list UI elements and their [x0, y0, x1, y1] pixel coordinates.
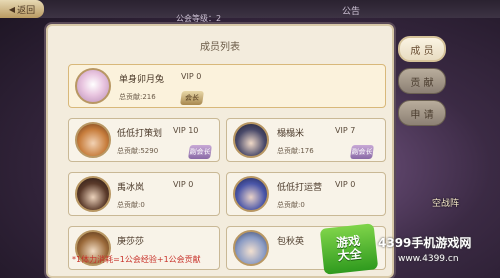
back-button[interactable]: ◀ 返回: [0, 0, 44, 18]
member-avatar: [233, 176, 269, 212]
member-name: 庚莎莎: [117, 237, 145, 247]
role-badge-vice-leader: 副会长: [350, 145, 374, 159]
guild-level-text: 公会等级：2: [176, 14, 222, 23]
background-battle-label: 空战阵: [432, 199, 460, 209]
watermark-site-name: 4399手机游戏网: [378, 236, 472, 250]
tab-applications[interactable]: 申 请: [398, 100, 446, 126]
back-arrow-icon: ◀: [8, 4, 16, 14]
member-name: 单身卯月兔: [119, 75, 165, 85]
member-name: 禹冰岚: [117, 183, 145, 193]
role-badge-vice-leader: 副会长: [188, 145, 212, 159]
member-name: 榻榻米: [277, 129, 305, 139]
member-contribution: 总贡献:5290: [117, 147, 159, 155]
member-contribution: 总贡献:0: [277, 201, 305, 209]
member-card[interactable]: 低低打策划 VIP 10 总贡献:5290 副会长: [68, 118, 220, 162]
member-vip: VIP 0: [181, 72, 202, 81]
panel-title: 成员列表: [200, 42, 240, 53]
member-avatar: [233, 122, 269, 158]
top-bar: [0, 0, 500, 18]
role-badge-leader: 会长: [180, 91, 204, 105]
member-avatar: [233, 230, 269, 266]
footer-note: *1体力消耗=1公会经验+1公会贡献: [72, 255, 201, 264]
member-avatar: [75, 68, 111, 104]
tab-contribution[interactable]: 贡 献: [398, 68, 446, 94]
member-card[interactable]: 禹冰岚 VIP 0 总贡献:0: [68, 172, 220, 216]
tab-applications-label: 申 请: [410, 109, 434, 121]
member-vip: VIP 0: [173, 180, 194, 189]
member-vip: VIP 7: [335, 126, 356, 135]
member-contribution: 总贡献:216: [119, 93, 156, 101]
member-vip: VIP 0: [335, 180, 356, 189]
member-name: 低低打策划: [117, 129, 163, 139]
back-button-label: 返回: [17, 5, 36, 16]
member-contribution: 总贡献:0: [117, 201, 145, 209]
tab-members[interactable]: 成 员: [398, 36, 446, 62]
watermark-logo: 游戏 大全: [319, 223, 379, 275]
member-card-leader[interactable]: 单身卯月兔 VIP 0 总贡献:216 会长: [68, 64, 386, 108]
member-name: 低低打运营: [277, 183, 323, 193]
member-card[interactable]: 榻榻米 VIP 7 总贡献:176 副会长: [226, 118, 386, 162]
member-name: 包秋英: [277, 237, 305, 247]
member-avatar: [75, 176, 111, 212]
tab-members-label: 成 员: [410, 45, 434, 57]
member-vip: VIP 10: [173, 126, 199, 135]
member-avatar: [75, 122, 111, 158]
member-contribution: 总贡献:176: [277, 147, 314, 155]
member-card[interactable]: 低低打运营 VIP 0 总贡献:0: [226, 172, 386, 216]
tab-notice[interactable]: 公告: [342, 4, 360, 17]
watermark-site-url: www.4399.cn: [398, 254, 459, 264]
watermark-logo-line2: 大全: [336, 246, 363, 264]
tab-contribution-label: 贡 献: [410, 77, 434, 89]
